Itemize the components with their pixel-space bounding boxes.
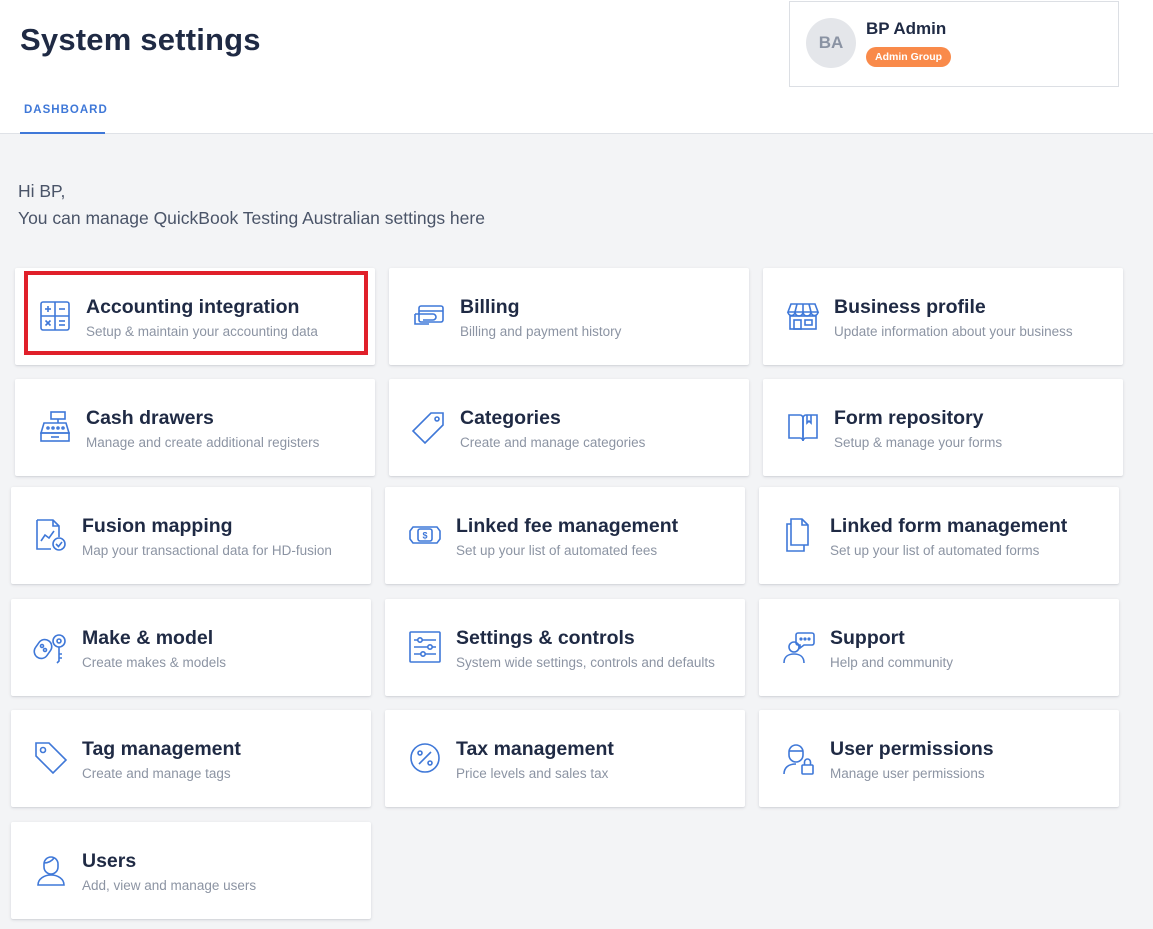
credit-card-icon	[411, 298, 447, 334]
card-title: Linked form management	[830, 515, 1068, 537]
card-linked-form-management[interactable]: Linked form management Set up your list …	[759, 487, 1119, 584]
card-title: Linked fee management	[456, 515, 679, 537]
money-icon: $	[407, 517, 443, 553]
tab-dashboard[interactable]: DASHBOARD	[20, 98, 107, 134]
card-title: Billing	[460, 296, 520, 318]
car-key-icon	[33, 629, 69, 665]
card-subtitle: Create and manage tags	[82, 766, 231, 781]
greeting-line-2: You can manage QuickBook Testing Austral…	[18, 208, 485, 228]
avatar: BA	[806, 18, 856, 68]
sliders-icon	[407, 629, 443, 665]
card-subtitle: Create makes & models	[82, 655, 227, 670]
card-title: Accounting integration	[86, 296, 300, 318]
card-tag-management[interactable]: Tag management Create and manage tags	[11, 710, 371, 807]
card-linked-fee-management[interactable]: $ Linked fee management Set up your list…	[385, 487, 745, 584]
card-accounting-integration[interactable]: Accounting integration Setup & maintain …	[15, 268, 375, 365]
card-title: Business profile	[834, 296, 986, 318]
user-card[interactable]: BA BP Admin Admin Group	[789, 1, 1119, 87]
card-settings-controls[interactable]: Settings & controls System wide settings…	[385, 599, 745, 696]
card-billing[interactable]: Billing Billing and payment history	[389, 268, 749, 365]
greeting-line-1: Hi BP,	[18, 181, 66, 201]
card-title: Settings & controls	[456, 627, 635, 649]
user-name: BP Admin	[866, 19, 947, 38]
card-title: Categories	[460, 407, 561, 429]
card-title: Make & model	[82, 627, 214, 649]
card-fusion-mapping[interactable]: Fusion mapping Map your transactional da…	[11, 487, 371, 584]
card-title: Users	[82, 850, 137, 872]
card-make-model[interactable]: Make & model Create makes & models	[11, 599, 371, 696]
card-title: Fusion mapping	[82, 515, 233, 537]
calculator-icon	[37, 298, 73, 334]
card-categories[interactable]: Categories Create and manage categories	[389, 379, 749, 476]
card-tax-management[interactable]: Tax management Price levels and sales ta…	[385, 710, 745, 807]
card-subtitle: Map your transactional data for HD-fusio…	[82, 543, 332, 558]
card-user-permissions[interactable]: User permissions Manage user permissions	[759, 710, 1119, 807]
card-form-repository[interactable]: Form repository Setup & manage your form…	[763, 379, 1123, 476]
card-subtitle: Create and manage categories	[460, 435, 646, 450]
percent-icon	[407, 740, 443, 776]
card-subtitle: Set up your list of automated forms	[830, 543, 1040, 558]
card-title: User permissions	[830, 738, 994, 760]
card-subtitle: Manage user permissions	[830, 766, 985, 781]
card-subtitle: Price levels and sales tax	[456, 766, 609, 781]
card-title: Tax management	[456, 738, 614, 760]
card-subtitle: Setup & manage your forms	[834, 435, 1003, 450]
book-icon	[785, 409, 821, 445]
card-subtitle: Update information about your business	[834, 324, 1073, 339]
chart-document-icon	[33, 517, 69, 553]
card-title: Support	[830, 627, 905, 649]
user-group-badge: Admin Group	[866, 47, 952, 67]
user-lock-icon	[781, 740, 817, 776]
card-cash-drawers[interactable]: Cash drawers Manage and create additiona…	[15, 379, 375, 476]
card-business-profile[interactable]: Business profile Update information abou…	[763, 268, 1123, 365]
page-title: System settings	[20, 22, 261, 57]
svg-text:$: $	[422, 531, 427, 541]
documents-icon	[781, 517, 817, 553]
cash-register-icon	[37, 409, 73, 445]
card-subtitle: System wide settings, controls and defau…	[456, 655, 715, 670]
card-subtitle: Manage and create additional registers	[86, 435, 320, 450]
card-title: Cash drawers	[86, 407, 214, 429]
tag-icon	[33, 740, 69, 776]
card-subtitle: Setup & maintain your accounting data	[86, 324, 318, 339]
card-title: Form repository	[834, 407, 984, 429]
card-support[interactable]: Support Help and community	[759, 599, 1119, 696]
card-subtitle: Add, view and manage users	[82, 878, 257, 893]
user-icon	[33, 852, 69, 888]
tag-outline-icon	[411, 409, 447, 445]
card-subtitle: Help and community	[830, 655, 954, 670]
support-chat-icon	[781, 629, 817, 665]
card-subtitle: Billing and payment history	[460, 324, 622, 339]
card-title: Tag management	[82, 738, 241, 760]
card-subtitle: Set up your list of automated fees	[456, 543, 658, 558]
card-users[interactable]: Users Add, view and manage users	[11, 822, 371, 919]
greeting: Hi BP, You can manage QuickBook Testing …	[18, 178, 485, 232]
storefront-icon	[785, 298, 821, 334]
